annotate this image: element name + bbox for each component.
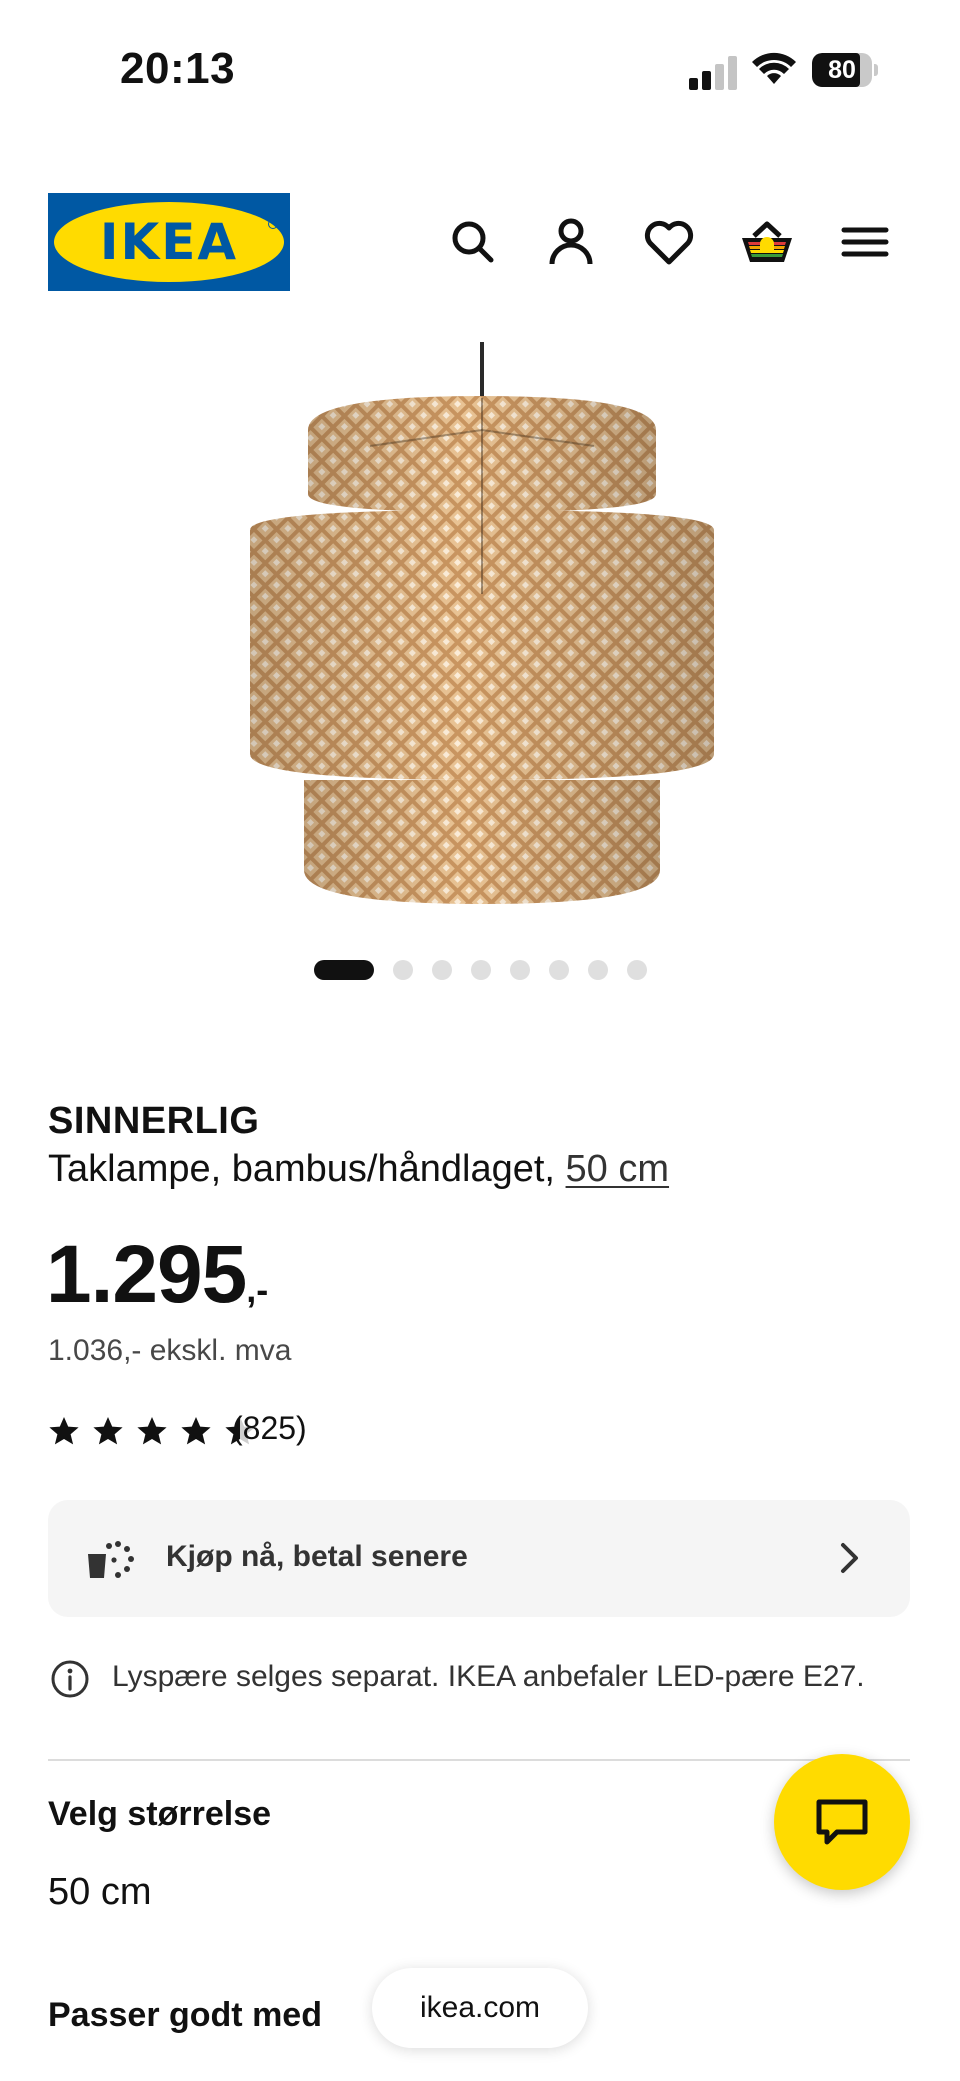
carousel-dot[interactable] xyxy=(588,960,608,980)
star-icon xyxy=(181,1417,211,1445)
chat-icon xyxy=(816,1799,868,1845)
related-products-heading: Passer godt med xyxy=(48,1996,322,2034)
chevron-right-icon xyxy=(841,1543,858,1573)
buy-now-pay-later-button[interactable]: Kjøp nå, betal senere xyxy=(48,1500,910,1617)
shopping-basket-icon[interactable] xyxy=(740,212,794,272)
star-icon xyxy=(93,1417,123,1445)
account-icon[interactable] xyxy=(544,212,598,272)
size-link[interactable]: 50 cm xyxy=(566,1148,669,1190)
cellular-signal-icon xyxy=(689,56,737,90)
logo-text: IKEA xyxy=(99,213,239,271)
carousel-dot[interactable] xyxy=(627,960,647,980)
battery-percent: 80 xyxy=(828,56,856,84)
image-carousel-dots[interactable] xyxy=(314,960,674,982)
rating-count[interactable]: (825) xyxy=(232,1410,307,1447)
product-image[interactable] xyxy=(220,334,740,924)
product-description-text: Taklampe, bambus/håndlaget, xyxy=(48,1148,566,1190)
size-selector-heading: Velg størrelse xyxy=(48,1795,272,1833)
star-icon xyxy=(49,1417,79,1445)
chat-button[interactable] xyxy=(774,1754,910,1890)
wifi-icon xyxy=(752,52,796,84)
browser-url-bar[interactable]: ikea.com xyxy=(372,1968,588,2048)
search-icon[interactable] xyxy=(446,212,500,272)
carousel-dot[interactable] xyxy=(314,960,374,980)
carousel-dot[interactable] xyxy=(393,960,413,980)
product-description: Taklampe, bambus/håndlaget, 50 cm xyxy=(48,1148,669,1191)
info-icon xyxy=(51,1660,89,1698)
price-excluding-vat: 1.036,- ekskl. mva xyxy=(48,1334,292,1367)
bulb-notice: Lyspære selges separat. IKEA anbefaler L… xyxy=(112,1660,865,1693)
installment-icon xyxy=(88,1541,134,1578)
product-price: 1.295,- xyxy=(46,1228,268,1322)
price-suffix: ,- xyxy=(246,1269,269,1310)
carousel-dot[interactable] xyxy=(549,960,569,980)
size-selector-value[interactable]: 50 cm xyxy=(48,1871,151,1914)
heart-icon[interactable] xyxy=(642,212,696,272)
carousel-dot[interactable] xyxy=(510,960,530,980)
price-main: 1.295 xyxy=(46,1229,247,1320)
product-name: SINNERLIG xyxy=(48,1100,260,1142)
carousel-dot[interactable] xyxy=(471,960,491,980)
status-bar: 20:13 80 xyxy=(0,0,960,140)
menu-icon[interactable] xyxy=(838,212,892,272)
carousel-dot[interactable] xyxy=(432,960,452,980)
battery-icon: 80 xyxy=(812,53,878,87)
buy-now-pay-later-label: Kjøp nå, betal senere xyxy=(166,1540,468,1573)
star-icon xyxy=(137,1417,167,1445)
divider xyxy=(48,1759,910,1761)
status-time: 20:13 xyxy=(120,44,236,93)
ikea-logo[interactable]: IKEA xyxy=(48,193,290,291)
